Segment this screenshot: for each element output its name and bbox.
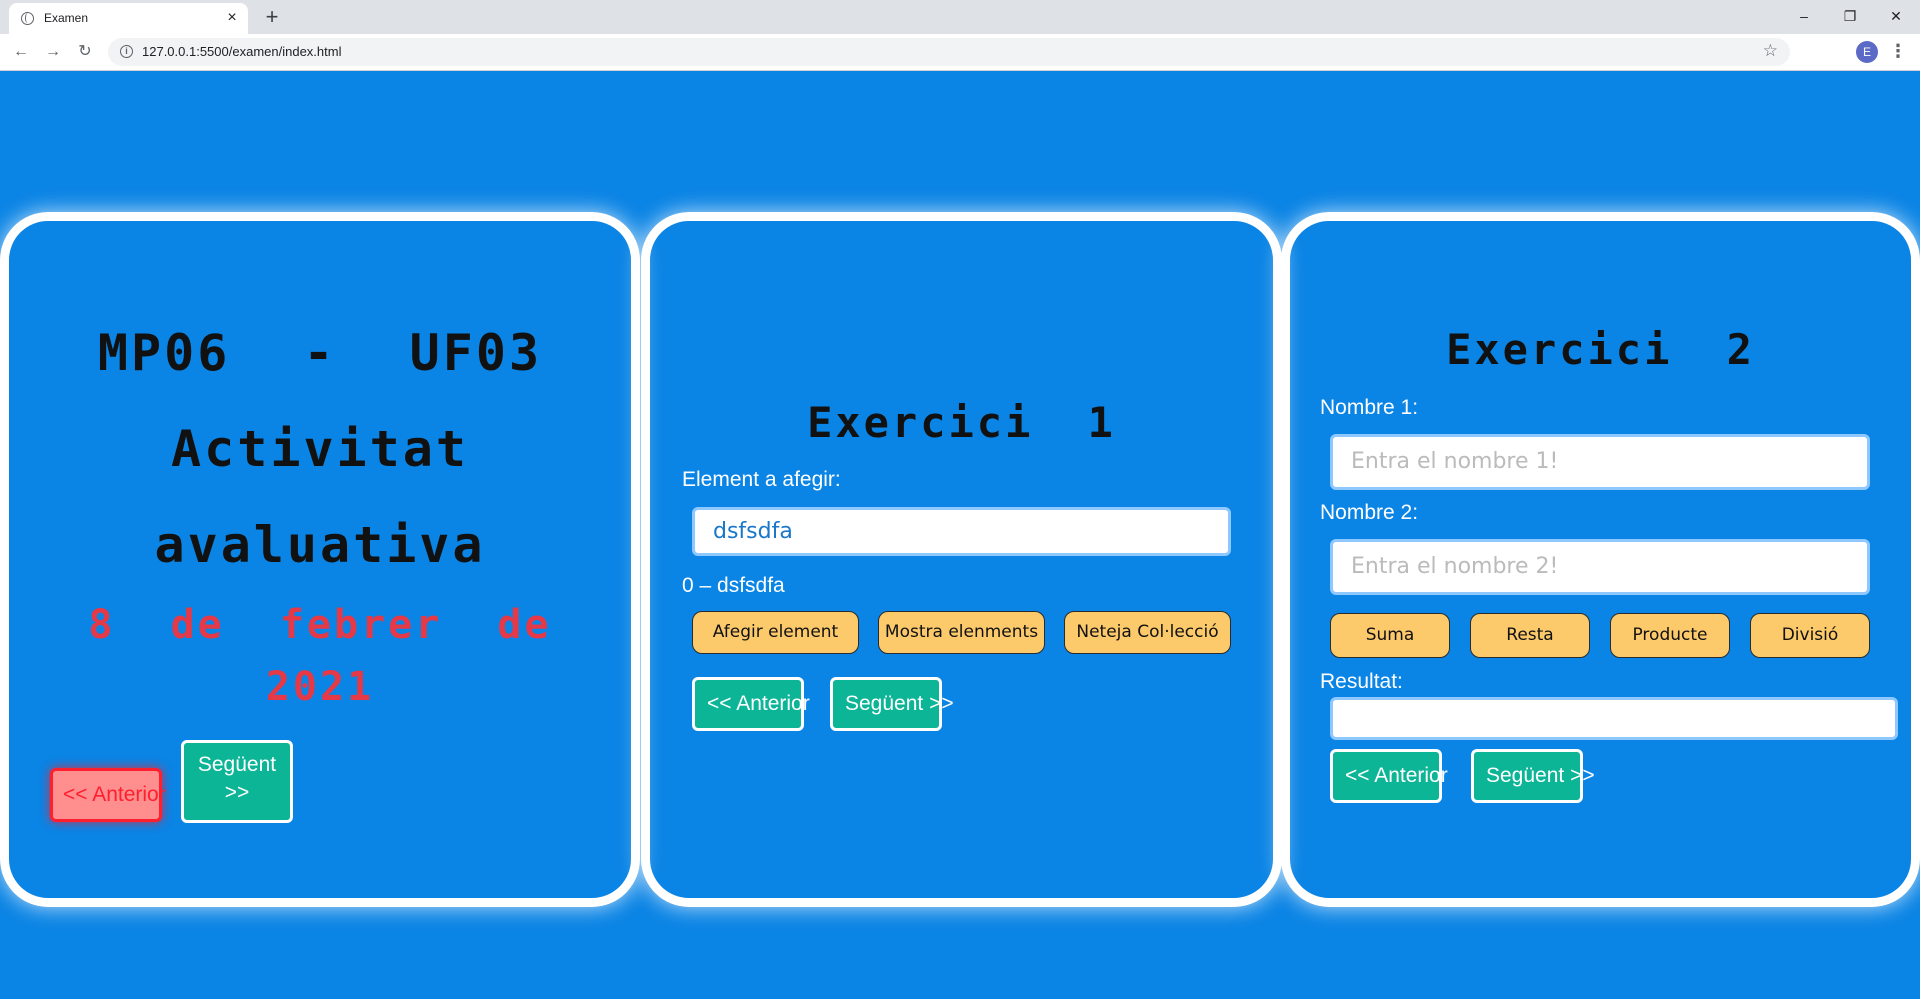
next-button[interactable]: Següent >> [1471,749,1595,803]
number2-input[interactable]: Entra el nombre 2! [1330,539,1870,595]
title-line-activitat: Activitat [171,420,469,478]
prev-button[interactable]: << Anterior [1330,749,1448,803]
url-text[interactable]: 127.0.0.1:5500/examen/index.html [142,44,341,59]
minimize-icon[interactable]: – [1784,4,1824,28]
prev-button[interactable]: << Anterior [692,677,810,731]
next-button[interactable]: Següent >> [830,677,954,731]
result-label: Resultat: [1320,670,1403,693]
bookmark-star-icon[interactable]: ☆ [1763,41,1778,61]
menu-icon[interactable]: ⋮ [1888,40,1908,64]
number2-label: Nombre 2: [1320,501,1419,524]
exercise2-title: Exercici 2 [1446,325,1755,374]
browser-toolbar: ← → ↻ i 127.0.0.1:5500/examen/index.html… [0,34,1920,71]
close-tab-icon[interactable]: × [224,8,240,28]
globe-icon [21,12,34,25]
number1-input[interactable]: Entra el nombre 1! [1330,434,1870,490]
back-icon[interactable]: ← [10,41,32,63]
element-label: Element a afegir: [682,468,841,491]
prev-button[interactable]: << Anterior [50,768,166,822]
title-unit: UF03 [409,324,543,382]
window-close-icon[interactable]: ✕ [1876,4,1916,28]
exercise1-title: Exercici 1 [807,398,1116,447]
exercise1-panel: Exercici 1 Element a afegir: dsfsdfa 0 –… [641,212,1282,907]
date-line1: 8 de febrer de [88,602,552,648]
browser-tabstrip: Examen × + – ❐ ✕ [0,0,1920,34]
show-elements-button[interactable]: Mostra elenments [878,611,1045,654]
element-input[interactable]: dsfsdfa [692,507,1231,556]
clear-collection-button[interactable]: Neteja Col·lecció [1064,611,1231,654]
title-line-avaluativa: avaluativa [154,516,486,574]
number1-label: Nombre 1: [1320,396,1419,419]
info-icon[interactable]: i [120,45,133,58]
restore-icon[interactable]: ❐ [1830,4,1870,28]
next-button[interactable]: Següent >> [181,740,293,823]
intro-panel: MP06 - UF03 Activitat avaluativa 8 de fe… [0,212,640,907]
profile-avatar[interactable]: E [1856,41,1878,63]
next-label-line1: Següent [197,753,277,776]
sum-button[interactable]: Suma [1330,613,1450,658]
tab-title: Examen [44,11,89,25]
result-field[interactable] [1330,697,1898,740]
exam-date: 8 de febrer de 2021 [0,594,640,718]
title-dash: - [303,324,337,382]
add-element-button[interactable]: Afegir element [692,611,859,654]
date-line2: 2021 [265,664,375,710]
divide-button[interactable]: Divisió [1750,613,1870,658]
browser-tab[interactable]: Examen × [9,3,248,34]
subtract-button[interactable]: Resta [1470,613,1590,658]
address-bar[interactable]: i 127.0.0.1:5500/examen/index.html ☆ [108,38,1790,66]
next-label-line2: >> [224,781,250,804]
multiply-button[interactable]: Producte [1610,613,1730,658]
reload-icon[interactable]: ↻ [74,41,96,63]
page-title: MP06 - UF03 Activitat avaluativa [0,305,640,593]
collection-item: 0 – dsfsdfa [682,574,785,597]
forward-icon[interactable]: → [42,41,64,63]
new-tab-icon[interactable]: + [260,4,284,30]
title-module: MP06 [97,324,231,382]
exercise2-panel: Exercici 2 Nombre 1: Entra el nombre 1! … [1281,212,1920,907]
